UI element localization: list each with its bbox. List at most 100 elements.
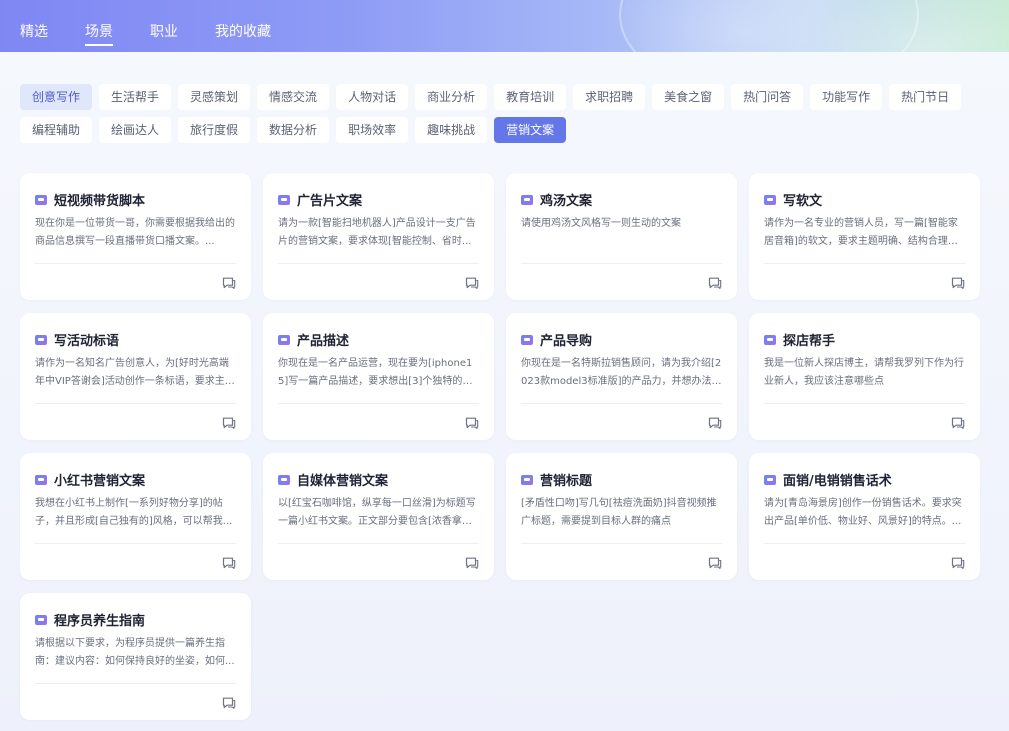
category-tag[interactable]: 生活帮手 — [99, 84, 172, 110]
card-divider — [35, 403, 236, 404]
card-description: 请使用鸡汤文风格写一则生动的文案 — [521, 218, 681, 229]
card-header: 广告片文案 — [278, 173, 479, 209]
card-description: 我想在小红书上制作[一系列好物分享]的帖子，并且形成[自己独有的]风格，可以帮我… — [35, 498, 233, 527]
chat-bubble-icon — [521, 194, 533, 205]
card-header: 探店帮手 — [764, 313, 965, 349]
card-title: 产品导购 — [540, 334, 593, 349]
card-description: 以[红宝石咖啡馆，纵享每一口丝滑]为标题写一篇小红书文案。正文部分要包含[浓香拿… — [278, 498, 476, 527]
comment-icon[interactable] — [951, 274, 965, 289]
category-tag[interactable]: 职场效率 — [336, 117, 409, 143]
card-description: 你现在是一名产品运营，现在要为[iphone15]写一篇产品描述，要求想出[3]… — [278, 358, 473, 387]
card-header: 写活动标语 — [35, 313, 236, 349]
nav-tab-scenes[interactable]: 场景 — [85, 0, 113, 52]
card-divider — [278, 403, 479, 404]
card-title: 自媒体营销文案 — [297, 474, 389, 489]
card-header: 鸡汤文案 — [521, 173, 722, 209]
main-content: 创意写作 生活帮手 灵感策划 情感交流 人物对话 商业分析 教育培训 求职招聘 美食之窗 热门问答… — [0, 52, 1009, 731]
category-tag[interactable]: 旅行度假 — [178, 117, 251, 143]
prompt-card[interactable]: 面销/电销销售话术 请为[青岛海景房]创作一份销售话术。要求突出产品[单价低、物业… — [749, 453, 980, 580]
prompt-card[interactable]: 探店帮手我是一位新人探店博主，请帮我罗列下作为行业新人，我应该注意哪些点 — [749, 313, 980, 440]
category-tag[interactable]: 趣味挑战 — [415, 117, 488, 143]
category-tag[interactable]: 营销文案 — [494, 117, 567, 143]
card-description: 你现在是一名特斯拉销售顾问，请为我介绍[2023款model3标准版]的产品力，… — [521, 358, 722, 387]
card-title: 程序员养生指南 — [54, 614, 146, 629]
card-title: 产品描述 — [297, 334, 350, 349]
category-tag[interactable]: 灵感策划 — [178, 84, 251, 110]
comment-icon[interactable] — [465, 274, 479, 289]
card-title: 写活动标语 — [54, 334, 120, 349]
card-title: 写软文 — [783, 194, 823, 209]
prompt-card[interactable]: 写活动标语请作为一名知名广告创意人，为[好时光高端年中VIP答谢会]活动创作一条… — [20, 313, 251, 440]
category-tag[interactable]: 美食之窗 — [652, 84, 725, 110]
category-tag[interactable]: 求职招聘 — [573, 84, 646, 110]
prompt-card-grid: 短视频带货脚本现在你是一位带货一哥，你需要根据我给出的商品信息撰写一段直播带货口… — [20, 173, 980, 720]
nav-tab-featured[interactable]: 精选 — [20, 0, 48, 52]
card-description: 现在你是一位带货一哥，你需要根据我给出的商品信息撰写一段直播带货口播文案。... — [35, 218, 235, 247]
card-divider — [521, 263, 722, 264]
tag-row: 编程辅助 绘画达人 旅行度假 数据分析 职场效率 趣味挑战 营销文案 — [20, 117, 980, 143]
card-header: 程序员养生指南 — [35, 593, 236, 629]
chat-bubble-icon — [764, 474, 776, 485]
chat-bubble-icon — [764, 334, 776, 345]
card-header: 自媒体营销文案 — [278, 453, 479, 489]
category-tag[interactable]: 热门问答 — [731, 84, 804, 110]
card-divider — [521, 403, 722, 404]
comment-icon[interactable] — [465, 414, 479, 429]
comment-icon[interactable] — [222, 554, 236, 569]
prompt-card[interactable]: 写软文请作为一名专业的营销人员，写一篇[智能家居音箱]的软文，要求主题明确、结构… — [749, 173, 980, 300]
comment-icon[interactable] — [222, 274, 236, 289]
card-title: 短视频带货脚本 — [54, 194, 146, 209]
chat-bubble-icon — [278, 474, 290, 485]
chat-bubble-icon — [278, 334, 290, 345]
card-divider — [278, 263, 479, 264]
category-tag[interactable]: 功能写作 — [810, 84, 883, 110]
card-header: 产品描述 — [278, 313, 479, 349]
comment-icon[interactable] — [951, 414, 965, 429]
prompt-card[interactable]: 小红书营销文案 我想在小红书上制作[一系列好物分享]的帖子，并且形成[自己独有的]… — [20, 453, 251, 580]
comment-icon[interactable] — [222, 694, 236, 709]
comment-icon[interactable] — [708, 414, 722, 429]
card-divider — [764, 403, 965, 404]
top-navigation-bar: 精选 场景 职业 我的收藏 — [0, 0, 1009, 52]
main-nav: 精选 场景 职业 我的收藏 — [20, 0, 308, 52]
card-header: 写软文 — [764, 173, 965, 209]
prompt-card[interactable]: 短视频带货脚本现在你是一位带货一哥，你需要根据我给出的商品信息撰写一段直播带货口… — [20, 173, 251, 300]
prompt-card[interactable]: 广告片文案 请为一款[智能扫地机器人]产品设计一支广告片的营销文案，要求体现[智能… — [263, 173, 494, 300]
chat-bubble-icon — [35, 474, 47, 485]
category-tag[interactable]: 绘画达人 — [99, 117, 172, 143]
card-title: 广告片文案 — [297, 194, 363, 209]
nav-tab-favorites[interactable]: 我的收藏 — [215, 0, 271, 52]
card-header: 面销/电销销售话术 — [764, 453, 965, 489]
card-description: 请根据以下要求，为程序员提供一篇养生指南：建议内容：如何保持良好的坐姿，如何..… — [35, 638, 235, 667]
card-description: 我是一位新人探店博主，请帮我罗列下作为行业新人，我应该注意哪些点 — [764, 358, 964, 387]
comment-icon[interactable] — [708, 274, 722, 289]
category-tag[interactable]: 教育培训 — [494, 84, 567, 110]
prompt-card[interactable]: 自媒体营销文案以[红宝石咖啡馆，纵享每一口丝滑]为标题写一篇小红书文案。正文部分… — [263, 453, 494, 580]
chat-bubble-icon — [35, 194, 47, 205]
comment-icon[interactable] — [708, 554, 722, 569]
chat-bubble-icon — [521, 474, 533, 485]
tag-row: 创意写作 生活帮手 灵感策划 情感交流 人物对话 商业分析 教育培训 求职招聘 美食之窗 热门问答… — [20, 84, 980, 110]
prompt-card[interactable]: 产品描述你现在是一名产品运营，现在要为[iphone15]写一篇产品描述，要求想… — [263, 313, 494, 440]
chat-bubble-icon — [278, 194, 290, 205]
card-divider — [764, 263, 965, 264]
card-description: 请作为一名专业的营销人员，写一篇[智能家居音箱]的软文，要求主题明确、结构合理、… — [764, 218, 958, 247]
category-tag[interactable]: 数据分析 — [257, 117, 330, 143]
category-tag[interactable]: 热门节日 — [889, 84, 962, 110]
comment-icon[interactable] — [465, 554, 479, 569]
card-divider — [35, 263, 236, 264]
prompt-card[interactable]: 程序员养生指南请根据以下要求，为程序员提供一篇养生指南：建议内容：如何保持良好的… — [20, 593, 251, 720]
comment-icon[interactable] — [951, 554, 965, 569]
category-tag[interactable]: 商业分析 — [415, 84, 488, 110]
prompt-card[interactable]: 营销标题 [矛盾性口吻]写几句[祛痘洗面奶]抖音视频推广标题，需要提到目标人群的痛… — [506, 453, 737, 580]
category-tag[interactable]: 编程辅助 — [20, 117, 93, 143]
category-tag[interactable]: 情感交流 — [257, 84, 330, 110]
comment-icon[interactable] — [222, 414, 236, 429]
category-tag[interactable]: 创意写作 — [20, 84, 93, 110]
category-tag[interactable]: 人物对话 — [336, 84, 409, 110]
card-description: 请作为一名知名广告创意人，为[好时光高端年中VIP答谢会]活动创作一条标语，要求… — [35, 358, 229, 387]
prompt-card[interactable]: 鸡汤文案请使用鸡汤文风格写一则生动的文案 — [506, 173, 737, 300]
nav-tab-professions[interactable]: 职业 — [150, 0, 178, 52]
prompt-card[interactable]: 产品导购你现在是一名特斯拉销售顾问，请为我介绍[2023款model3标准版]的… — [506, 313, 737, 440]
chat-bubble-icon — [764, 194, 776, 205]
